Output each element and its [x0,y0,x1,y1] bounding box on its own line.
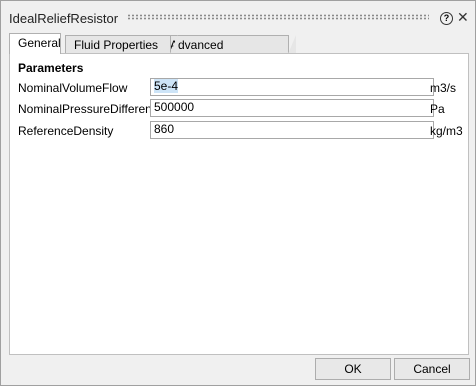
unit-label: kg/m3 [430,124,463,138]
field-value: 5e-4 [154,79,179,93]
param-label-nominal-pressure-difference: NominalPressureDifference [18,102,165,116]
tab-panel-general: Parameters NominalVolumeFlow 5e-4 m3/s N… [9,53,469,355]
close-icon[interactable]: ✕ [457,10,469,24]
param-label-reference-density: ReferenceDensity [18,124,114,138]
cancel-button[interactable]: Cancel [394,358,470,380]
ok-button[interactable]: OK [315,358,391,380]
tab-general[interactable]: General [9,33,61,54]
nominal-volume-flow-input[interactable]: 5e-4 [150,78,434,96]
unit-label: Pa [430,102,445,116]
field-value: 860 [154,122,175,136]
window-title: IdealReliefResistor [9,11,119,26]
nominal-pressure-difference-input[interactable]: 500000 [150,99,434,117]
title-bar[interactable]: IdealReliefResistor ? ✕ [1,1,475,31]
param-label-nominal-volume-flow: NominalVolumeFlow [18,81,128,95]
tab-fluid-properties[interactable]: Fluid Properties [65,35,178,54]
field-value: 500000 [154,100,195,114]
tab-advanced-initialization[interactable]: Advanced Initialization [161,35,296,70]
help-icon[interactable]: ? [440,12,453,25]
unit-label: m3/s [430,81,457,95]
drag-grip[interactable] [127,14,429,20]
dialog-window: IdealReliefResistor ? ✕ Advanced Initial… [0,0,476,386]
section-title: Parameters [18,61,84,75]
reference-density-input[interactable]: 860 [150,121,434,139]
